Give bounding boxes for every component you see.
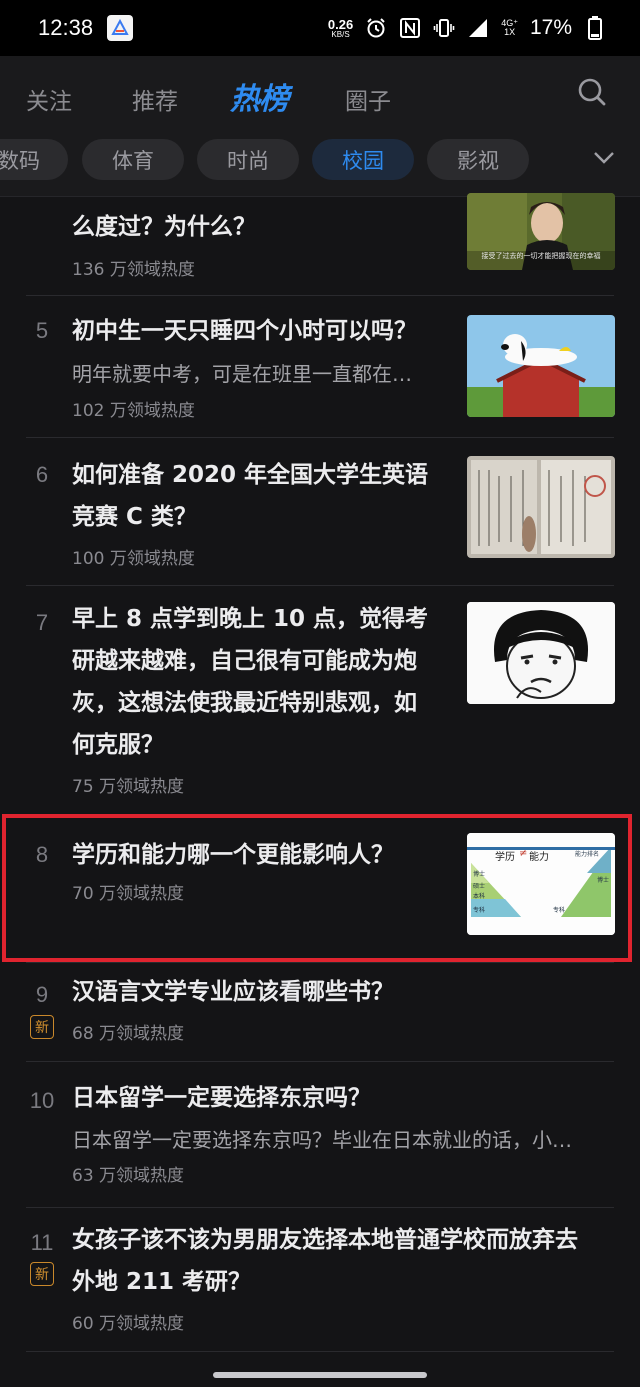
divider xyxy=(26,1207,614,1208)
category-chip-bar: 数码 体育 时尚 校园 影视 xyxy=(0,122,640,196)
thumb-title-right: 能力 xyxy=(529,852,549,863)
battery-percent: 17% xyxy=(529,16,572,39)
item-title: 早上 8 点学到晚上 10 点，觉得考 xyxy=(72,606,429,632)
item-thumbnail: 学历 ≠ 能力 能力排名 博士 硕士 本科 专科 博士 专科 xyxy=(467,833,615,935)
thumb-label-l1: 博士 xyxy=(473,871,486,878)
item-title: 学历和能力哪一个更能影响人？ xyxy=(72,842,394,868)
item-title: 初中生一天只睡四个小时可以吗？ xyxy=(72,318,417,344)
thumb-label-r2: 专科 xyxy=(553,907,566,914)
vibrate-icon xyxy=(433,17,455,39)
thumb-label-l2: 硕士 xyxy=(473,883,486,890)
divider xyxy=(26,437,614,438)
item-heat: 68 万领域热度 xyxy=(72,1024,185,1044)
item-title-line-3: 灰，这想法使我最近特别悲观，如 xyxy=(72,690,417,716)
tab-follow[interactable]: 关注 xyxy=(26,82,72,116)
item-excerpt: 明年就要中考，可是在班里一直都在… xyxy=(72,362,412,386)
status-time: 12:38 xyxy=(38,15,94,40)
item-title-line-2: 竞赛 C 类？ xyxy=(72,504,197,530)
status-bar: 12:38 0.26 KB/S 4G⁺ 1X 17% xyxy=(0,0,640,56)
item-rank: 8 xyxy=(35,842,49,867)
thumb-title-mid: ≠ xyxy=(519,848,528,859)
divider xyxy=(26,1061,614,1062)
alarm-icon xyxy=(365,17,387,39)
chip-campus[interactable]: 校园 xyxy=(312,139,414,180)
thumb-label-l3: 本科 xyxy=(473,893,486,900)
item-title: 女孩子该不该为男朋友选择本地普通学校而放弃去 xyxy=(72,1227,578,1253)
chip-film[interactable]: 影视 xyxy=(427,139,529,180)
thumb-label-l4: 专科 xyxy=(473,907,486,914)
thumb-label-tr: 能力排名 xyxy=(575,851,600,858)
thumb-caption: 接受了过去的一切才能把握现在的幸福 xyxy=(481,252,601,260)
item-rank: 6 xyxy=(35,462,49,487)
new-badge: 新 xyxy=(30,1262,54,1286)
item-title-line-2: 研越来越难，自己很有可能成为炮 xyxy=(72,648,417,674)
item-heat: 102 万领域热度 xyxy=(72,401,195,421)
thumb-title-left: 学历 xyxy=(495,852,515,863)
item-heat: 60 万领域热度 xyxy=(72,1314,185,1334)
nfc-icon xyxy=(399,17,421,39)
tab-recommend[interactable]: 推荐 xyxy=(132,82,178,116)
item-thumbnail xyxy=(467,602,615,704)
chip-sports[interactable]: 体育 xyxy=(82,139,184,180)
item-rank: 5 xyxy=(35,318,49,343)
item-thumbnail: 接受了过去的一切才能把握现在的幸福 xyxy=(467,193,615,270)
item-thumbnail xyxy=(467,315,615,417)
new-badge: 新 xyxy=(30,1015,54,1039)
tab-circles[interactable]: 圈子 xyxy=(345,82,391,116)
divider xyxy=(26,1351,614,1352)
item-title-line-2: 外地 211 考研？ xyxy=(72,1269,252,1295)
item-title: 如何准备 2020 年全国大学生英语 xyxy=(72,462,429,488)
divider xyxy=(26,585,614,586)
divider xyxy=(26,814,614,815)
tab-hot-list[interactable]: 热榜 xyxy=(230,74,289,118)
item-rank: 7 xyxy=(35,610,49,635)
chip-fashion[interactable]: 时尚 xyxy=(197,139,299,180)
item-heat: 75 万领域热度 xyxy=(72,777,185,797)
divider xyxy=(26,295,614,296)
expand-categories-button[interactable] xyxy=(568,122,640,196)
item-heat: 63 万领域热度 xyxy=(72,1166,185,1186)
signal-icon xyxy=(467,17,489,39)
chip-digital[interactable]: 数码 xyxy=(0,139,68,180)
search-icon[interactable] xyxy=(574,74,610,110)
item-title: 么度过？为什么？ xyxy=(72,214,256,240)
app-notification-icon xyxy=(107,15,134,41)
item-title: 汉语言文学专业应该看哪些书？ xyxy=(72,979,394,1005)
item-rank: 11 xyxy=(30,1230,54,1255)
thumb-label-r1: 博士 xyxy=(597,877,610,884)
network-speed: 0.26 KB/S xyxy=(327,16,354,39)
home-indicator[interactable] xyxy=(213,1372,427,1378)
item-title: 日本留学一定要选择东京吗？ xyxy=(72,1085,371,1111)
item-title-line-4: 何克服？ xyxy=(72,732,164,758)
chevron-down-icon xyxy=(593,150,615,169)
item-thumbnail xyxy=(467,456,615,558)
top-tab-bar: 关注 推荐 热榜 圈子 xyxy=(0,56,640,134)
item-excerpt: 日本留学一定要选择东京吗？毕业在日本就业的话，小… xyxy=(72,1128,572,1152)
network-type: 4G⁺ 1X xyxy=(501,17,518,37)
item-heat: 70 万领域热度 xyxy=(72,884,185,904)
item-rank: 9 xyxy=(35,982,49,1007)
item-heat: 100 万领域热度 xyxy=(72,549,195,569)
item-rank: 10 xyxy=(29,1088,55,1113)
item-heat: 136 万领域热度 xyxy=(72,260,195,280)
battery-icon xyxy=(584,16,606,40)
divider xyxy=(26,962,614,963)
